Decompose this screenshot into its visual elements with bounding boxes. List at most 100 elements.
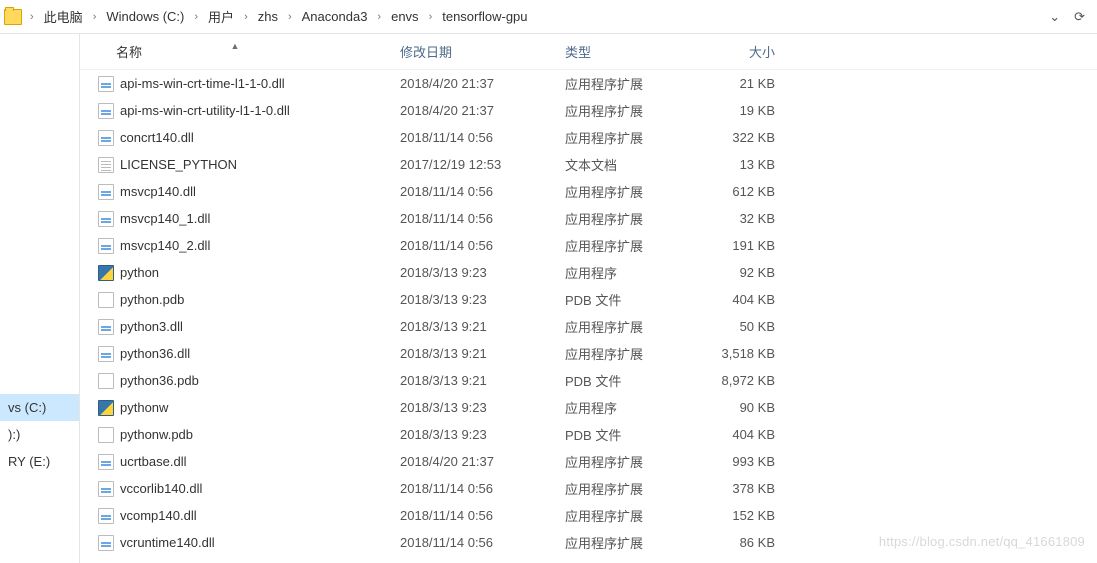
file-type: 应用程序扩展 <box>555 344 695 363</box>
file-row[interactable]: LICENSE_PYTHON2017/12/19 12:53文本文档13 KB <box>80 151 1097 178</box>
file-type: PDB 文件 <box>555 290 695 309</box>
file-date: 2018/11/14 0:56 <box>390 481 555 496</box>
refresh-icon[interactable]: ⟳ <box>1070 5 1089 29</box>
dll-file-icon <box>98 346 114 362</box>
file-row[interactable]: vccorlib140.dll2018/11/14 0:56应用程序扩展378 … <box>80 475 1097 502</box>
breadcrumb-item[interactable]: 此电脑 <box>38 0 89 33</box>
file-type: 应用程序扩展 <box>555 533 695 552</box>
dll-file-icon <box>98 319 114 335</box>
expand-dropdown-icon[interactable]: ⌄ <box>1045 5 1064 29</box>
file-date: 2018/3/13 9:23 <box>390 265 555 280</box>
file-size: 404 KB <box>695 427 785 442</box>
chevron-right-icon[interactable]: › <box>89 11 101 23</box>
file-name: msvcp140_1.dll <box>120 211 210 226</box>
dll-file-icon <box>98 238 114 254</box>
file-row[interactable]: pythonw.pdb2018/3/13 9:23PDB 文件404 KB <box>80 421 1097 448</box>
dll-file-icon <box>98 481 114 497</box>
file-name: api-ms-win-crt-utility-l1-1-0.dll <box>120 103 290 118</box>
address-bar[interactable]: › 此电脑›Windows (C:)›用户›zhs›Anaconda3›envs… <box>0 0 1097 34</box>
pdb-file-icon <box>98 373 114 389</box>
file-row[interactable]: python36.dll2018/3/13 9:21应用程序扩展3,518 KB <box>80 340 1097 367</box>
column-header-date[interactable]: 修改日期 <box>390 42 555 61</box>
chevron-right-icon[interactable]: › <box>425 11 437 23</box>
file-size: 32 KB <box>695 211 785 226</box>
file-name: concrt140.dll <box>120 130 194 145</box>
file-size: 90 KB <box>695 400 785 415</box>
file-row[interactable]: python.pdb 2018/3/13 9:23PDB 文件404 KB <box>80 286 1097 313</box>
file-date: 2018/4/20 21:37 <box>390 103 555 118</box>
file-row[interactable]: pythonw 2018/3/13 9:23应用程序90 KB <box>80 394 1097 421</box>
file-row[interactable]: python36.pdb2018/3/13 9:21PDB 文件8,972 KB <box>80 367 1097 394</box>
file-name: python3.dll <box>120 319 183 334</box>
file-size: 404 KB <box>695 292 785 307</box>
file-size: 612 KB <box>695 184 785 199</box>
file-type: 应用程序扩展 <box>555 506 695 525</box>
file-list: 名称 ▲ 修改日期 类型 大小 api-ms-win-crt-time-l1-1… <box>80 34 1097 563</box>
chevron-right-icon[interactable]: › <box>284 11 296 23</box>
file-row[interactable]: vcruntime140.dll2018/11/14 0:56应用程序扩展86 … <box>80 529 1097 556</box>
file-name: msvcp140_2.dll <box>120 238 210 253</box>
file-row[interactable]: python3.dll2018/3/13 9:21应用程序扩展50 KB <box>80 313 1097 340</box>
file-date: 2018/3/13 9:23 <box>390 292 555 307</box>
nav-drive-item[interactable]: RY (E:) <box>0 448 79 475</box>
file-size: 322 KB <box>695 130 785 145</box>
breadcrumb-item[interactable]: Anaconda3 <box>296 0 374 33</box>
chevron-right-icon[interactable]: › <box>26 11 38 23</box>
file-row[interactable]: ucrtbase.dll2018/4/20 21:37应用程序扩展993 KB <box>80 448 1097 475</box>
file-row[interactable]: api-ms-win-crt-time-l1-1-0.dll2018/4/20 … <box>80 70 1097 97</box>
sort-asc-icon: ▲ <box>231 41 240 51</box>
file-size: 3,518 KB <box>695 346 785 361</box>
dll-file-icon <box>98 130 114 146</box>
file-type: 应用程序 <box>555 398 695 417</box>
file-name: pythonw <box>120 400 168 415</box>
breadcrumb-item[interactable]: Windows (C:) <box>100 0 190 33</box>
nav-drive-item[interactable]: vs (C:) <box>0 394 79 421</box>
file-date: 2018/4/20 21:37 <box>390 76 555 91</box>
file-size: 13 KB <box>695 157 785 172</box>
file-type: 应用程序扩展 <box>555 182 695 201</box>
file-date: 2018/3/13 9:23 <box>390 400 555 415</box>
file-row[interactable]: vcomp140.dll2018/11/14 0:56应用程序扩展152 KB <box>80 502 1097 529</box>
file-name: msvcp140.dll <box>120 184 196 199</box>
nav-drive-item[interactable]: ):) <box>0 421 79 448</box>
breadcrumb-item[interactable]: 用户 <box>202 0 240 33</box>
file-name: python.pdb <box>120 292 184 307</box>
file-type: 应用程序扩展 <box>555 317 695 336</box>
dll-file-icon <box>98 103 114 119</box>
file-name: LICENSE_PYTHON <box>120 157 237 172</box>
file-date: 2018/3/13 9:21 <box>390 319 555 334</box>
file-row[interactable]: concrt140.dll2018/11/14 0:56应用程序扩展322 KB <box>80 124 1097 151</box>
chevron-right-icon[interactable]: › <box>190 11 202 23</box>
column-header-type[interactable]: 类型 <box>555 42 695 61</box>
file-size: 21 KB <box>695 76 785 91</box>
file-name: pythonw.pdb <box>120 427 193 442</box>
dll-file-icon <box>98 184 114 200</box>
navigation-pane[interactable]: vs (C:)):)RY (E:) <box>0 34 80 563</box>
file-row[interactable]: msvcp140.dll2018/11/14 0:56应用程序扩展612 KB <box>80 178 1097 205</box>
file-size: 378 KB <box>695 481 785 496</box>
file-date: 2018/3/13 9:21 <box>390 346 555 361</box>
column-header-size[interactable]: 大小 <box>695 42 785 61</box>
breadcrumb-item[interactable]: envs <box>385 0 424 33</box>
file-date: 2018/3/13 9:21 <box>390 373 555 388</box>
dll-file-icon <box>98 508 114 524</box>
exe-file-icon <box>98 265 114 281</box>
file-size: 8,972 KB <box>695 373 785 388</box>
pdb-file-icon <box>98 292 114 308</box>
file-row[interactable]: msvcp140_2.dll2018/11/14 0:56应用程序扩展191 K… <box>80 232 1097 259</box>
file-row[interactable]: python2018/3/13 9:23应用程序92 KB <box>80 259 1097 286</box>
file-row[interactable]: api-ms-win-crt-utility-l1-1-0.dll 2018/4/… <box>80 97 1097 124</box>
dll-file-icon <box>98 535 114 551</box>
column-header-name[interactable]: 名称 ▲ <box>80 42 390 61</box>
file-size: 86 KB <box>695 535 785 550</box>
dll-file-icon <box>98 454 114 470</box>
folder-icon <box>4 9 22 25</box>
file-type: PDB 文件 <box>555 425 695 444</box>
file-name: vcruntime140.dll <box>120 535 215 550</box>
chevron-right-icon[interactable]: › <box>240 11 252 23</box>
breadcrumb-item[interactable]: zhs <box>252 0 284 33</box>
file-row[interactable]: msvcp140_1.dll2018/11/14 0:56应用程序扩展32 KB <box>80 205 1097 232</box>
file-date: 2018/11/14 0:56 <box>390 508 555 523</box>
breadcrumb-item[interactable]: tensorflow-gpu <box>436 0 533 33</box>
chevron-right-icon[interactable]: › <box>373 11 385 23</box>
